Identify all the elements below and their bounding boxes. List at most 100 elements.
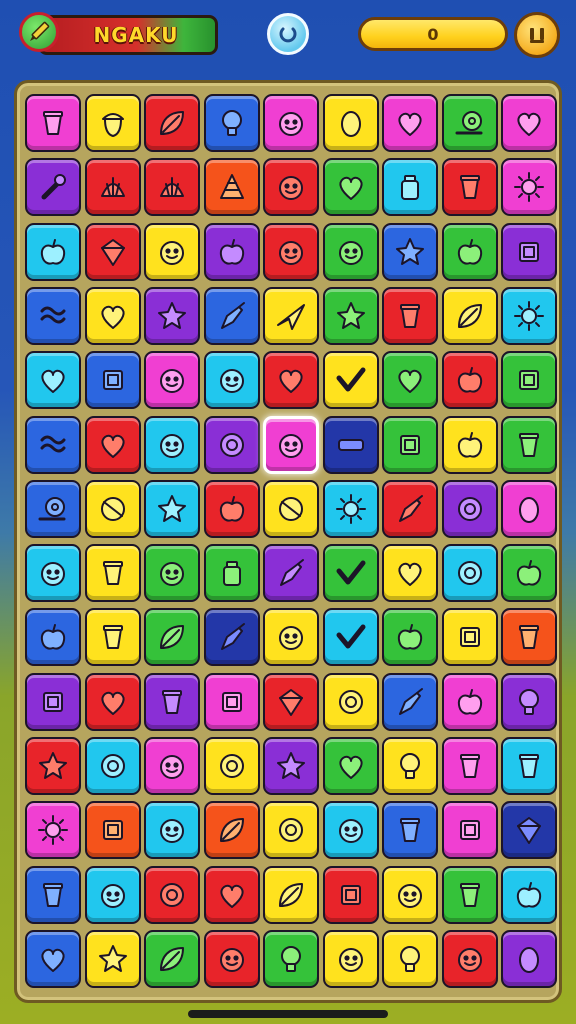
tile-yellow-acorn[interactable] — [85, 94, 141, 152]
tile-yellow-face[interactable] — [263, 608, 319, 666]
tile-yellow-ball[interactable] — [263, 480, 319, 538]
tile-blue-box[interactable] — [85, 351, 141, 409]
tile-red-heart[interactable] — [263, 351, 319, 409]
tile-cyan-face[interactable] — [204, 351, 260, 409]
tile-pink-face[interactable] — [263, 416, 319, 474]
tile-purple-bulb[interactable] — [501, 673, 557, 731]
tile-green-box[interactable] — [501, 351, 557, 409]
tile-red-face[interactable] — [204, 930, 260, 988]
tile-pink-sun[interactable] — [501, 158, 557, 216]
tile-navy-gem[interactable] — [501, 801, 557, 859]
tile-purple-ring[interactable] — [204, 416, 260, 474]
tile-red-cup[interactable] — [442, 158, 498, 216]
tile-pink-heart[interactable] — [501, 94, 557, 152]
tile-yellow-ring[interactable] — [263, 801, 319, 859]
tile-cyan-face[interactable] — [323, 801, 379, 859]
menu-button[interactable] — [514, 12, 560, 58]
tile-green-jar[interactable] — [204, 544, 260, 602]
tile-purple-cup[interactable] — [144, 673, 200, 731]
tile-cyan-ring[interactable] — [442, 544, 498, 602]
tile-blue-bulb[interactable] — [204, 94, 260, 152]
tile-red-carrot[interactable] — [382, 480, 438, 538]
tile-red-shell[interactable] — [85, 158, 141, 216]
tile-red-heart[interactable] — [85, 673, 141, 731]
tile-yellow-check[interactable] — [323, 351, 379, 409]
tile-purple-wrench[interactable] — [25, 158, 81, 216]
tile-pink-box[interactable] — [442, 801, 498, 859]
tile-blue-star[interactable] — [382, 223, 438, 281]
tile-pink-cup[interactable] — [442, 737, 498, 795]
tile-navy-carrot[interactable] — [204, 608, 260, 666]
tile-green-apple[interactable] — [382, 608, 438, 666]
tile-purple-box[interactable] — [25, 673, 81, 731]
tile-yellow-box[interactable] — [442, 608, 498, 666]
tile-blue-carrot[interactable] — [382, 673, 438, 731]
tile-cyan-star[interactable] — [144, 480, 200, 538]
tile-cyan-cup[interactable] — [501, 737, 557, 795]
tile-red-heart[interactable] — [204, 866, 260, 924]
tile-red-ring[interactable] — [144, 866, 200, 924]
tile-cyan-apple[interactable] — [501, 866, 557, 924]
tile-green-apple[interactable] — [442, 223, 498, 281]
tile-yellow-leaf[interactable] — [263, 866, 319, 924]
tile-red-leaf[interactable] — [144, 94, 200, 152]
tile-yellow-cup[interactable] — [85, 608, 141, 666]
tile-pink-sun[interactable] — [25, 801, 81, 859]
tile-red-apple[interactable] — [442, 351, 498, 409]
tile-pink-cup[interactable] — [25, 94, 81, 152]
tile-green-cup[interactable] — [501, 416, 557, 474]
tile-orange-box[interactable] — [85, 801, 141, 859]
tile-blue-apple[interactable] — [25, 608, 81, 666]
tile-cyan-heart[interactable] — [25, 351, 81, 409]
tile-purple-ring[interactable] — [442, 480, 498, 538]
tile-red-face[interactable] — [442, 930, 498, 988]
tile-blue-carrot[interactable] — [204, 287, 260, 345]
tile-blue-cup[interactable] — [382, 801, 438, 859]
tile-yellow-face[interactable] — [382, 866, 438, 924]
tile-orange-cup[interactable] — [501, 608, 557, 666]
tile-yellow-ball[interactable] — [85, 480, 141, 538]
tile-cyan-face[interactable] — [144, 416, 200, 474]
tile-green-face[interactable] — [144, 544, 200, 602]
tile-purple-star[interactable] — [263, 737, 319, 795]
tile-cyan-sun[interactable] — [501, 287, 557, 345]
tile-purple-carrot[interactable] — [263, 544, 319, 602]
tile-yellow-heart[interactable] — [85, 287, 141, 345]
tile-cyan-sun[interactable] — [323, 480, 379, 538]
tile-yellow-plane[interactable] — [263, 287, 319, 345]
tile-green-bulb[interactable] — [263, 930, 319, 988]
tile-yellow-bulb[interactable] — [382, 930, 438, 988]
tile-cyan-jar[interactable] — [382, 158, 438, 216]
tile-pink-face[interactable] — [144, 351, 200, 409]
tile-red-shell[interactable] — [144, 158, 200, 216]
tile-cyan-face[interactable] — [25, 544, 81, 602]
tile-yellow-heart[interactable] — [382, 544, 438, 602]
tile-pink-apple[interactable] — [442, 673, 498, 731]
tile-green-heart[interactable] — [382, 351, 438, 409]
tile-green-star[interactable] — [323, 287, 379, 345]
tile-pink-egg[interactable] — [501, 480, 557, 538]
tile-red-star[interactable] — [25, 737, 81, 795]
tile-cyan-ring[interactable] — [85, 737, 141, 795]
tile-red-cup[interactable] — [382, 287, 438, 345]
tile-red-gem[interactable] — [85, 223, 141, 281]
tile-purple-egg[interactable] — [501, 930, 557, 988]
tile-yellow-bulb[interactable] — [382, 737, 438, 795]
tile-blue-heart[interactable] — [25, 930, 81, 988]
tile-green-cup[interactable] — [442, 866, 498, 924]
tile-cyan-apple[interactable] — [25, 223, 81, 281]
tile-purple-apple[interactable] — [204, 223, 260, 281]
tile-green-heart[interactable] — [323, 737, 379, 795]
tile-green-face[interactable] — [323, 223, 379, 281]
tile-yellow-face[interactable] — [323, 930, 379, 988]
tile-cyan-face[interactable] — [144, 801, 200, 859]
tile-green-heart[interactable] — [323, 158, 379, 216]
tile-yellow-apple[interactable] — [442, 416, 498, 474]
tile-green-leaf[interactable] — [144, 930, 200, 988]
refresh-button[interactable] — [267, 13, 309, 55]
tile-green-box[interactable] — [382, 416, 438, 474]
tile-blue-wave[interactable] — [25, 287, 81, 345]
tile-orange-wedge[interactable] — [204, 158, 260, 216]
tile-blue-wave[interactable] — [25, 416, 81, 474]
tile-yellow-egg[interactable] — [323, 94, 379, 152]
